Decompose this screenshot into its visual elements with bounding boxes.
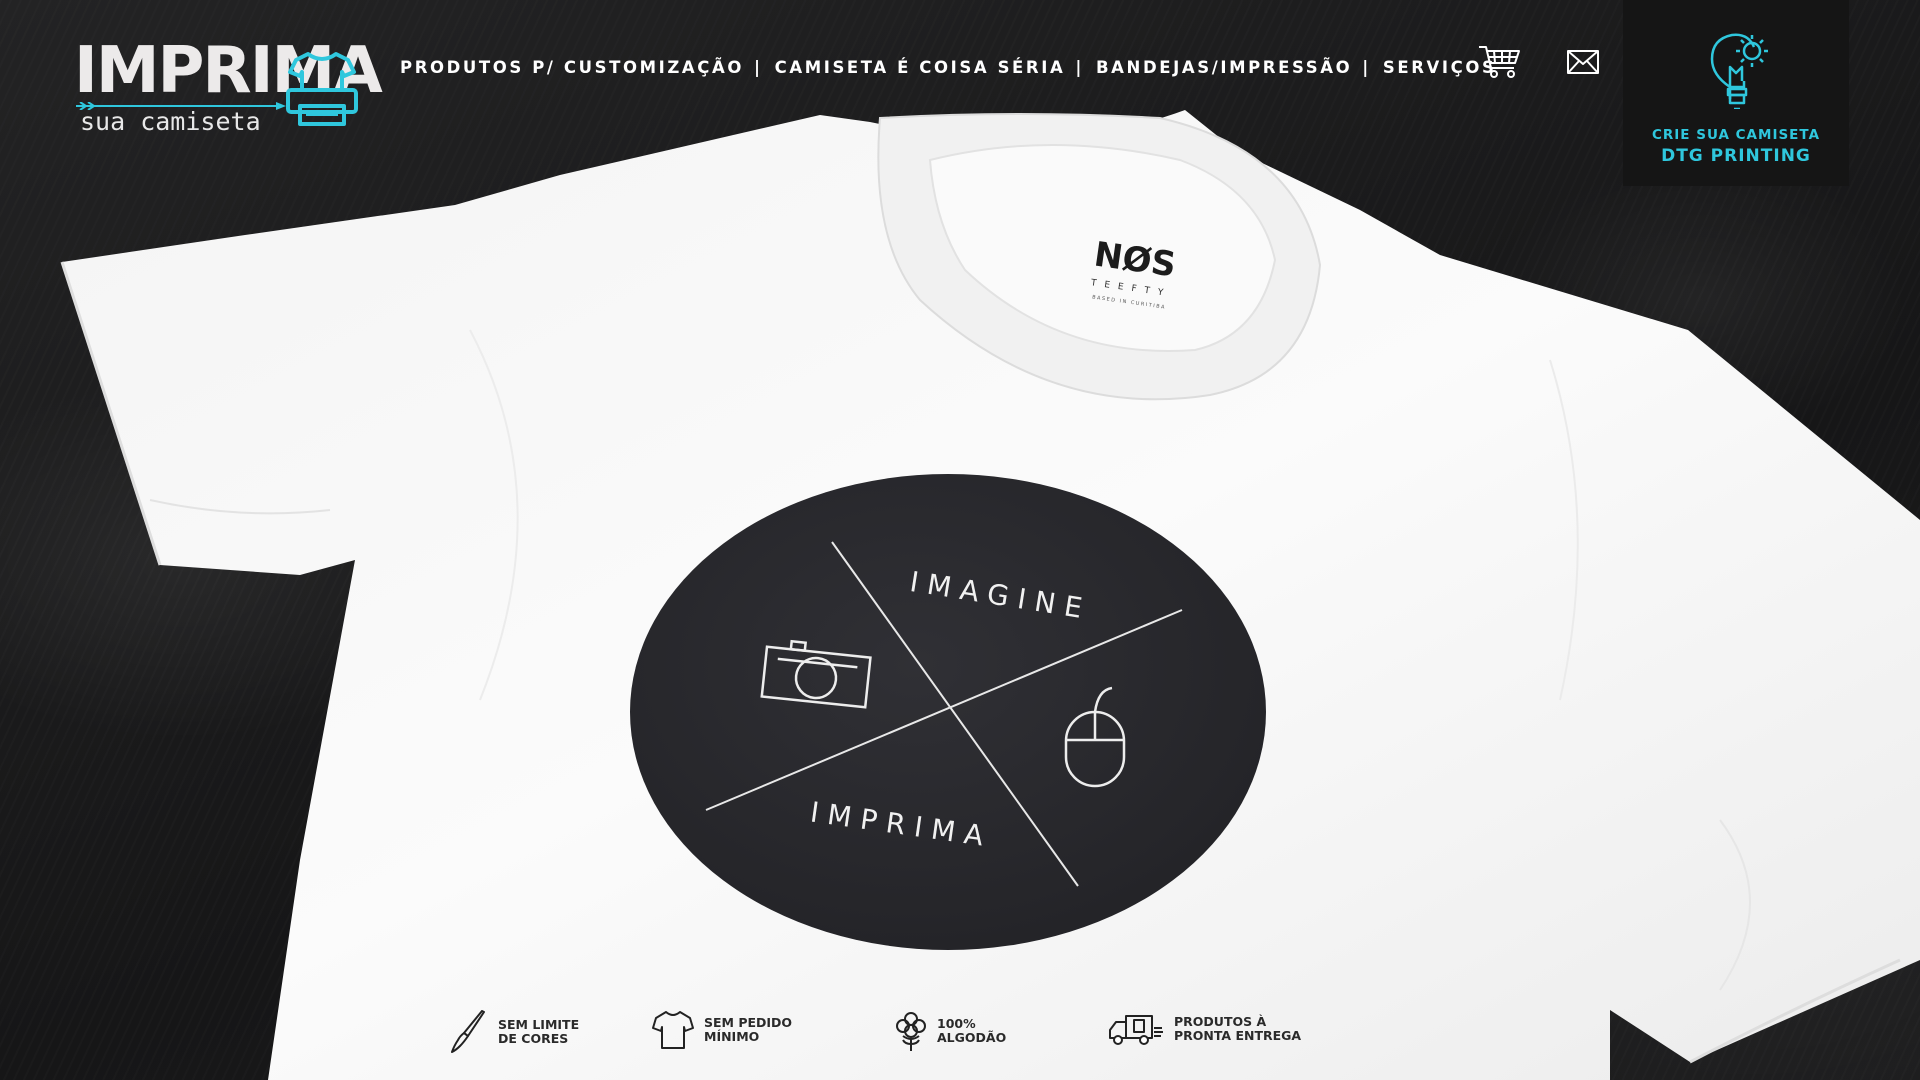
cta-line-1: CRIE SUA CAMISETA (1651, 127, 1821, 143)
feature-colors-line1: SEM LIMITE (498, 1017, 580, 1032)
print-circle (630, 474, 1266, 950)
delivery-truck-icon (1109, 1015, 1163, 1045)
feature-cotton-line1: 100% (937, 1016, 976, 1031)
lightbulb-gear-icon (1710, 33, 1768, 109)
main-navigation: PRODUTOS P/ CUSTOMIZAÇÃO | CAMISETA É CO… (400, 53, 1496, 81)
site-logo[interactable]: IMPRIMA sua camiseta (74, 36, 383, 136)
cotton-icon (896, 1012, 926, 1051)
logo-tagline: sua camiseta (80, 107, 261, 136)
tshirt-icon (652, 1011, 694, 1049)
feature-cotton-line2: ALGODÃO (937, 1030, 1007, 1045)
paintbrush-icon (451, 1010, 485, 1053)
tshirt-printer-icon (286, 52, 358, 126)
shopping-cart-icon[interactable] (1478, 44, 1520, 80)
envelope-icon[interactable] (1567, 50, 1599, 74)
nav-separator: | (1362, 57, 1371, 77)
feature-min-order-line2: MÍNIMO (704, 1029, 760, 1044)
nav-separator: | (1075, 57, 1084, 77)
feature-colors: SEM LIMITE DE CORES (450, 1010, 579, 1054)
feature-ready-stock: PRODUTOS À PRONTA ENTREGA (1108, 1012, 1301, 1046)
feature-colors-line2: DE CORES (498, 1031, 569, 1046)
feature-ready-stock-line1: PRODUTOS À (1174, 1014, 1267, 1029)
nav-item-camiseta[interactable]: CAMISETA É COISA SÉRIA (775, 58, 1066, 77)
nav-item-bandejas[interactable]: BANDEJAS/IMPRESSÃO (1096, 58, 1352, 77)
feature-min-order-line1: SEM PEDIDO (704, 1015, 793, 1030)
shirt-print: IMAGINE IMPRIMA (630, 474, 1266, 950)
create-shirt-cta[interactable]: CRIE SUA CAMISETA DTG PRINTING (1623, 0, 1849, 186)
feature-min-order: SEM PEDIDO MÍNIMO (652, 1010, 792, 1050)
feature-cotton: 100% ALGODÃO (895, 1010, 1006, 1052)
feature-ready-stock-line2: PRONTA ENTREGA (1174, 1028, 1302, 1043)
nav-item-produtos[interactable]: PRODUTOS P/ CUSTOMIZAÇÃO (400, 58, 744, 77)
cta-line-2: DTG PRINTING (1661, 146, 1811, 166)
nav-separator: | (753, 57, 763, 77)
